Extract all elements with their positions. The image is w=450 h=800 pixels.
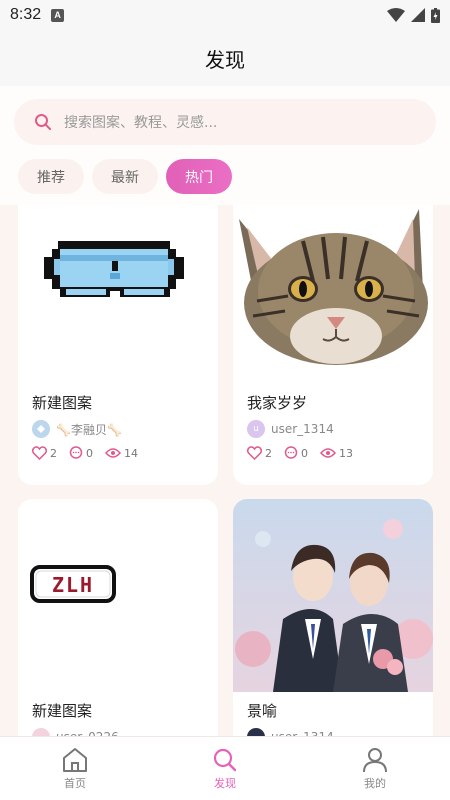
- heart-icon: [32, 446, 47, 460]
- profile-icon: [363, 747, 387, 772]
- pixel-text: ZLH: [52, 573, 94, 597]
- likes-stat[interactable]: 2: [247, 446, 272, 460]
- nav-home-label: 首页: [64, 776, 86, 790]
- pattern-card[interactable]: 新建图案 🦴李融贝🦴 2 0 14: [18, 205, 218, 485]
- heart-icon: [247, 446, 262, 460]
- pattern-thumbnail: [233, 499, 433, 692]
- pattern-thumbnail: [18, 205, 218, 384]
- search-input[interactable]: 搜索图案、教程、灵感...: [64, 112, 217, 132]
- pattern-thumbnail: [233, 205, 433, 384]
- comments-count: 0: [301, 446, 308, 460]
- battery-icon: [431, 7, 440, 23]
- card-title: 新建图案: [32, 702, 93, 720]
- nav-discover-label: 发现: [214, 776, 236, 790]
- card-stats: 2 0 13: [247, 446, 433, 460]
- comment-icon: [69, 446, 83, 459]
- card-title: 新建图案: [32, 394, 93, 412]
- pattern-card[interactable]: 景喻 user_1314: [233, 499, 433, 736]
- avatar: [32, 420, 50, 438]
- pattern-thumbnail: ZLH: [18, 499, 218, 692]
- filter-tabs: 推荐 最新 热门: [18, 159, 232, 194]
- bottom-navigation: 首页 发现 我的: [0, 736, 450, 800]
- avatar: [32, 728, 50, 736]
- signal-icon: [411, 8, 425, 22]
- pattern-card[interactable]: ZLH 新建图案 user_0226: [18, 499, 218, 736]
- cat-image: [233, 205, 433, 384]
- status-bar: 8:32 A: [0, 0, 450, 30]
- views-count: 14: [124, 446, 138, 460]
- pixel-text-image: ZLH: [30, 565, 116, 603]
- wifi-icon: [387, 8, 405, 22]
- pixel-shorts-image: [44, 241, 184, 297]
- author-name: 🦴李融贝🦴: [56, 422, 122, 437]
- card-title: 景喻: [247, 702, 278, 720]
- page-title: 发现: [205, 47, 245, 72]
- notification-badge-icon: A: [51, 8, 65, 22]
- views-stat: 13: [320, 447, 353, 460]
- nav-profile[interactable]: 我的: [325, 747, 425, 791]
- comment-icon: [284, 446, 298, 459]
- tab-recommended[interactable]: 推荐: [18, 159, 84, 194]
- likes-stat[interactable]: 2: [32, 446, 57, 460]
- card-stats: 2 0 14: [32, 446, 218, 460]
- tab-latest[interactable]: 最新: [92, 159, 158, 194]
- comments-stat[interactable]: 0: [284, 446, 308, 460]
- home-icon: [63, 747, 87, 772]
- likes-count: 2: [50, 446, 57, 460]
- pattern-feed[interactable]: 新建图案 🦴李融贝🦴 2 0 14 我家岁岁 u user_1314 2 0 1…: [0, 205, 450, 736]
- page-header: 发现: [0, 30, 450, 86]
- anime-illustration-image: [233, 499, 433, 692]
- pattern-card[interactable]: 我家岁岁 u user_1314 2 0 13: [233, 205, 433, 485]
- card-author[interactable]: user_0226: [32, 728, 218, 736]
- tab-hot[interactable]: 热门: [166, 159, 232, 194]
- nav-home[interactable]: 首页: [25, 747, 125, 791]
- author-name: user_1314: [271, 422, 334, 436]
- likes-count: 2: [265, 446, 272, 460]
- search-icon: [213, 748, 237, 771]
- nav-profile-label: 我的: [364, 776, 386, 790]
- search-icon: [35, 114, 51, 130]
- search-bar[interactable]: 搜索图案、教程、灵感...: [14, 99, 436, 145]
- card-author[interactable]: 🦴李融贝🦴: [32, 420, 218, 438]
- comments-stat[interactable]: 0: [69, 446, 93, 460]
- avatar: u: [247, 420, 265, 438]
- views-count: 13: [339, 446, 353, 460]
- card-author[interactable]: u user_1314: [247, 420, 433, 438]
- eye-icon: [320, 448, 336, 458]
- nav-discover[interactable]: 发现: [175, 747, 275, 791]
- eye-icon: [105, 448, 121, 458]
- card-title: 我家岁岁: [247, 394, 308, 412]
- card-author[interactable]: user_1314: [247, 728, 433, 736]
- avatar: [247, 728, 265, 736]
- status-time: 8:32: [10, 6, 42, 23]
- views-stat: 14: [105, 447, 138, 460]
- comments-count: 0: [86, 446, 93, 460]
